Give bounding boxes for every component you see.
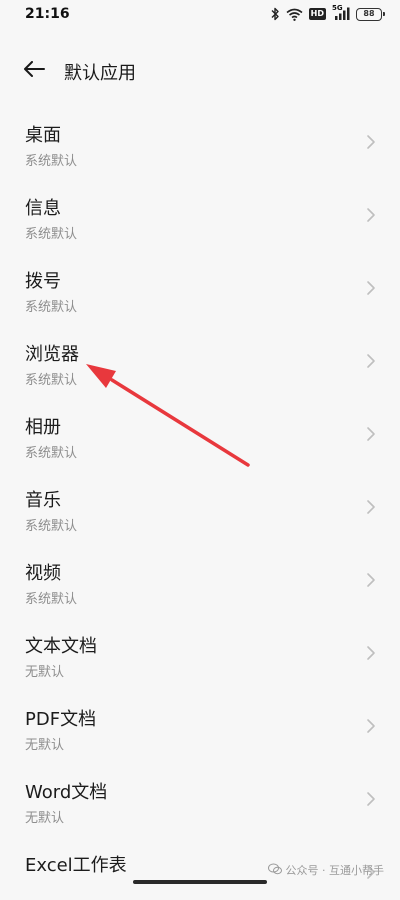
item-subtitle: 系统默认 bbox=[25, 373, 78, 388]
item-subtitle: 系统默认 bbox=[25, 300, 78, 315]
page-title: 默认应用 bbox=[64, 63, 136, 84]
wechat-icon bbox=[267, 863, 282, 878]
chevron-right-icon bbox=[367, 719, 375, 733]
list-item-browser[interactable]: 浏览器 系统默认 bbox=[0, 316, 400, 389]
item-subtitle: 系统默认 bbox=[25, 592, 78, 607]
item-subtitle: 无默认 bbox=[25, 738, 65, 753]
item-subtitle: 系统默认 bbox=[25, 227, 78, 242]
item-title: 拨号 bbox=[25, 271, 61, 292]
list-item-gallery[interactable]: 相册 系统默认 bbox=[0, 389, 400, 462]
list-item-pdf-document[interactable]: PDF文档 无默认 bbox=[0, 681, 400, 754]
back-arrow-icon bbox=[23, 61, 45, 81]
battery-icon: 88 bbox=[356, 7, 385, 21]
list-item-music[interactable]: 音乐 系统默认 bbox=[0, 462, 400, 535]
header: 默认应用 bbox=[0, 48, 400, 94]
list-item-desktop[interactable]: 桌面 系统默认 bbox=[0, 97, 400, 170]
item-title: Excel工作表 bbox=[25, 855, 127, 876]
home-indicator[interactable] bbox=[133, 880, 267, 884]
chevron-right-icon bbox=[367, 281, 375, 295]
item-title: 文本文档 bbox=[25, 636, 97, 657]
status-time: 21:16 bbox=[25, 6, 70, 22]
list-item-dialer[interactable]: 拨号 系统默认 bbox=[0, 243, 400, 316]
watermark-text: 公众号 · 互通小帮手 bbox=[285, 864, 385, 877]
item-subtitle: 无默认 bbox=[25, 811, 65, 826]
hd-badge: HD bbox=[308, 8, 326, 20]
item-subtitle: 无默认 bbox=[25, 665, 65, 680]
signal-icon: 5G bbox=[332, 4, 350, 21]
item-title: PDF文档 bbox=[25, 709, 97, 730]
item-title: 桌面 bbox=[25, 125, 61, 146]
default-apps-list: 桌面 系统默认 信息 系统默认 拨号 系统默认 浏览器 系统默认 相册 系统默认… bbox=[0, 97, 400, 900]
back-button[interactable] bbox=[18, 56, 50, 86]
item-title: Word文档 bbox=[25, 782, 108, 803]
wifi-icon bbox=[286, 8, 303, 21]
item-subtitle: 系统默认 bbox=[25, 446, 78, 461]
item-title: 浏览器 bbox=[25, 344, 79, 365]
list-item-text-document[interactable]: 文本文档 无默认 bbox=[0, 608, 400, 681]
item-subtitle: 系统默认 bbox=[25, 519, 78, 534]
item-subtitle: 系统默认 bbox=[25, 154, 78, 169]
item-title: 视频 bbox=[25, 563, 61, 584]
chevron-right-icon bbox=[367, 427, 375, 441]
item-title: 相册 bbox=[25, 417, 61, 438]
chevron-right-icon bbox=[367, 500, 375, 514]
chevron-right-icon bbox=[367, 792, 375, 806]
chevron-right-icon bbox=[367, 573, 375, 587]
list-item-video[interactable]: 视频 系统默认 bbox=[0, 535, 400, 608]
status-bar: 21:16 HD 5G 88 bbox=[0, 0, 400, 30]
watermark: 公众号 · 互通小帮手 bbox=[267, 862, 385, 878]
item-title: 音乐 bbox=[25, 490, 61, 511]
chevron-right-icon bbox=[367, 208, 375, 222]
chevron-right-icon bbox=[367, 135, 375, 149]
list-item-messages[interactable]: 信息 系统默认 bbox=[0, 170, 400, 243]
status-icons: HD 5G 88 bbox=[270, 4, 385, 23]
item-title: 信息 bbox=[25, 198, 61, 219]
chevron-right-icon bbox=[367, 646, 375, 660]
list-item-word-document[interactable]: Word文档 无默认 bbox=[0, 754, 400, 827]
chevron-right-icon bbox=[367, 354, 375, 368]
bluetooth-icon bbox=[270, 7, 280, 21]
